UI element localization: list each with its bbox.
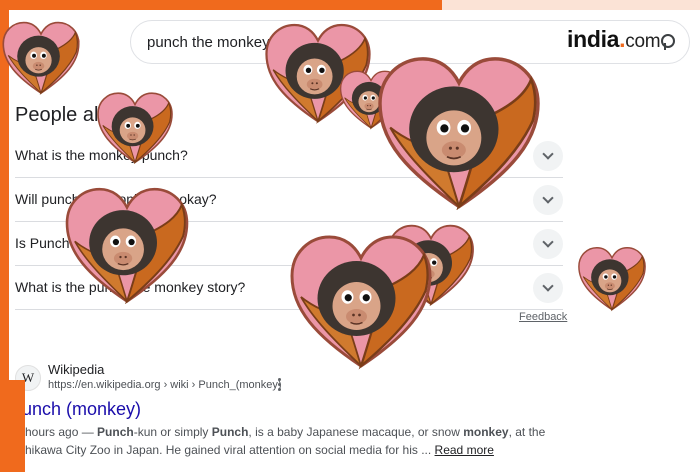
snippet-text: hours ago — <box>25 425 98 439</box>
brand-tld: com <box>625 31 661 52</box>
monkey-heart-sticker-icon <box>60 184 194 304</box>
snippet-bold-term: Punch <box>211 425 249 439</box>
monkey-heart-sticker-icon <box>92 90 178 164</box>
monkey-heart-sticker-icon <box>286 230 436 370</box>
read-more-link[interactable]: Read more <box>435 443 494 457</box>
result-url[interactable]: https://en.wikipedia.org › wiki › Punch_… <box>48 379 282 391</box>
result-snippet-line2: hikawa City Zoo in Japan. He gained vira… <box>25 443 494 457</box>
snippet-text: , is a baby Japanese macaque, or snow <box>248 425 464 439</box>
result-snippet-line1: hours ago — Punch-kun or simply Punch, i… <box>25 425 545 439</box>
result-site-name[interactable]: Wikipedia <box>48 362 104 377</box>
peach-frame-top <box>442 0 700 10</box>
chevron-down-icon[interactable] <box>533 229 563 259</box>
snippet-bold-term: Punch <box>97 425 134 439</box>
snippet-bold-term: monkey <box>463 425 509 439</box>
more-options-icon[interactable] <box>276 378 282 392</box>
result-title-link[interactable]: unch (monkey) <box>22 399 141 420</box>
search-icon[interactable] <box>661 34 675 50</box>
monkey-heart-sticker-icon <box>0 10 82 104</box>
result-snippet-text: hikawa City Zoo in Japan. He gained vira… <box>25 443 435 457</box>
snippet-text: , at the <box>508 425 546 439</box>
feedback-link[interactable]: Feedback <box>519 311 567 323</box>
monkey-heart-sticker-icon <box>576 244 648 312</box>
india-com-logo: india.com <box>567 26 661 53</box>
brand-name: india <box>567 26 620 52</box>
snippet-text: -kun or simply <box>133 425 212 439</box>
monkey-heart-sticker-icon <box>370 52 548 210</box>
chevron-down-icon[interactable] <box>533 273 563 303</box>
orange-frame-bottom <box>0 380 25 472</box>
orange-frame-top <box>0 0 442 10</box>
search-input[interactable]: punch the monkey <box>147 34 270 51</box>
